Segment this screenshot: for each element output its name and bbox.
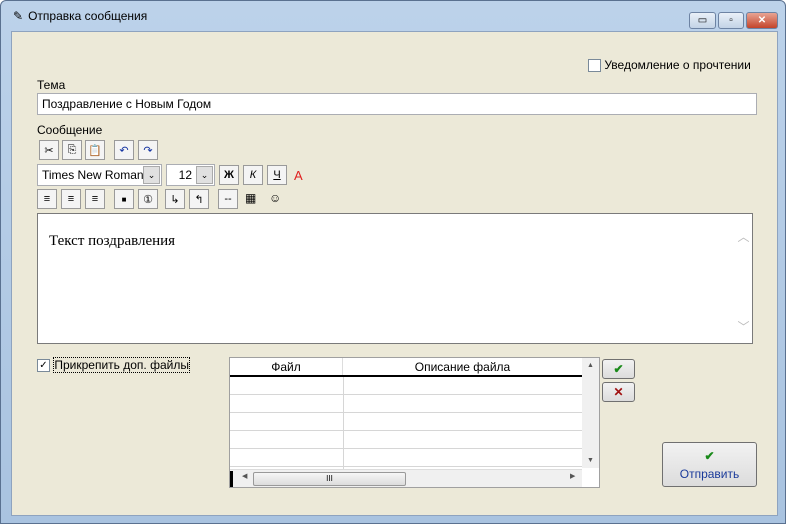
attach-files-checkbox[interactable]: ✓ Прикрепить доп. файлы <box>37 357 190 373</box>
italic-button[interactable]: К <box>243 165 263 185</box>
read-receipt-label: Уведомление о прочтении <box>604 58 751 72</box>
align-left-icon[interactable]: ≡ <box>37 189 57 209</box>
remove-file-button[interactable]: ✕ <box>602 382 635 402</box>
window-title: Отправка сообщения <box>28 9 148 23</box>
subject-input[interactable]: Поздравление с Новым Годом <box>37 93 757 115</box>
table-header: Файл Описание файла <box>230 358 582 377</box>
table-row[interactable] <box>230 431 582 449</box>
chevron-down-icon[interactable]: ⌄ <box>143 166 160 184</box>
column-header-description[interactable]: Описание файла <box>343 358 582 375</box>
scroll-right-icon[interactable]: ▶ <box>570 472 575 480</box>
copy-icon[interactable]: ⎘ <box>62 140 82 160</box>
align-center-icon[interactable]: ≡ <box>61 189 81 209</box>
chevron-down-icon[interactable]: ⌄ <box>196 166 213 184</box>
numbered-list-icon[interactable]: ① <box>138 189 158 209</box>
window: ✎ Отправка сообщения ▭ ▫ ✕ Уведомление о… <box>0 0 786 524</box>
cut-icon[interactable]: ✂ <box>39 140 59 160</box>
app-icon: ✎ <box>13 9 24 23</box>
send-button[interactable]: ✔ Отправить <box>662 442 757 487</box>
bullet-list-icon[interactable]: ■ <box>114 189 134 209</box>
vertical-scrollbar[interactable]: ▲ ▼ <box>582 358 599 468</box>
vertical-scrollbar[interactable]: ︿ ﹀ <box>735 214 752 343</box>
close-button[interactable]: ✕ <box>746 12 778 29</box>
insert-image-icon[interactable]: ▦ <box>245 191 256 205</box>
horizontal-line-button[interactable]: -- <box>218 189 238 209</box>
minimize-button[interactable]: ▭ <box>689 12 716 29</box>
size-value: 12 <box>178 168 192 182</box>
scroll-thumb[interactable]: III <box>253 472 406 486</box>
message-text: Текст поздравления <box>49 233 176 249</box>
bold-button[interactable]: Ж <box>219 165 239 185</box>
scroll-down-icon[interactable]: ﹀ <box>735 318 752 335</box>
subject-label: Тема <box>37 78 66 92</box>
table-row[interactable] <box>230 449 582 467</box>
message-label: Сообщение <box>37 123 103 137</box>
add-file-button[interactable]: ✔ <box>602 359 635 379</box>
column-divider <box>343 377 344 469</box>
underline-button[interactable]: Ч <box>267 165 287 185</box>
paste-icon[interactable]: 📋 <box>85 140 105 160</box>
size-select[interactable]: 12 ⌄ <box>166 164 215 186</box>
font-color-button[interactable]: A <box>294 168 303 183</box>
files-table[interactable]: Файл Описание файла ▲ ▼ ◀ III ▶ <box>229 357 600 488</box>
indent-icon[interactable]: ↳ <box>165 189 185 209</box>
smiley-icon[interactable]: ☺ <box>269 191 281 205</box>
check-icon: ✔ <box>704 448 715 463</box>
undo-icon[interactable]: ↶ <box>114 140 134 160</box>
table-row[interactable] <box>230 413 582 431</box>
read-receipt-checkbox[interactable]: Уведомление о прочтении <box>588 58 751 73</box>
checkbox-icon <box>588 59 601 73</box>
message-editor[interactable]: Текст поздравления ︿ ﹀ <box>37 213 753 344</box>
table-row[interactable] <box>230 377 582 395</box>
horizontal-scrollbar[interactable]: ◀ III ▶ <box>230 469 582 487</box>
attach-files-label: Прикрепить доп. файлы <box>53 357 190 373</box>
align-right-icon[interactable]: ≡ <box>85 189 105 209</box>
scroll-up-icon[interactable]: ▲ <box>582 362 599 369</box>
title-bar: ✎ Отправка сообщения <box>13 9 147 23</box>
table-row[interactable] <box>230 395 582 413</box>
scroll-up-icon[interactable]: ︿ <box>735 228 752 245</box>
font-select[interactable]: Times New Roman ⌄ <box>37 164 162 186</box>
delete-icon: ✕ <box>613 385 624 399</box>
redo-icon[interactable]: ↷ <box>138 140 158 160</box>
check-icon: ✔ <box>613 362 624 376</box>
scroll-down-icon[interactable]: ▼ <box>582 457 599 464</box>
maximize-button[interactable]: ▫ <box>718 12 744 29</box>
row-indicator <box>230 471 233 487</box>
send-label: Отправить <box>679 466 740 481</box>
checkmark-icon: ✓ <box>37 359 50 373</box>
outdent-icon[interactable]: ↰ <box>189 189 209 209</box>
scroll-left-icon[interactable]: ◀ <box>242 472 247 480</box>
column-header-file[interactable]: Файл <box>230 358 343 375</box>
font-value: Times New Roman <box>42 168 144 182</box>
